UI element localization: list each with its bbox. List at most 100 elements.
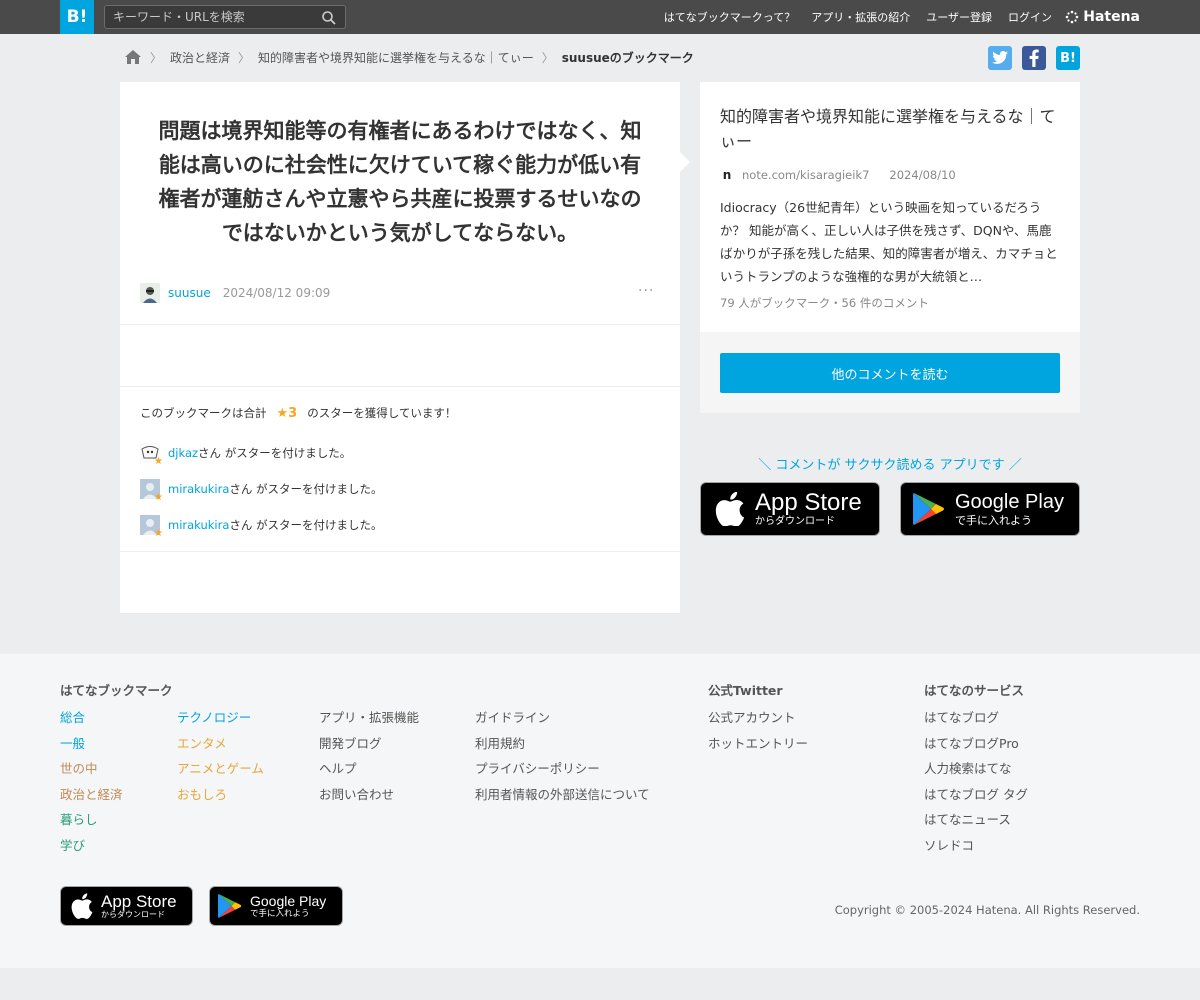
star-count: ★3	[276, 405, 298, 421]
google-play-title: Google Play	[250, 892, 327, 909]
footer-link[interactable]: 世の中	[60, 761, 123, 778]
entry-card: 知的障害者や境界知能に選挙権を与えるな｜てぃー n note.com/kisar…	[700, 82, 1080, 413]
footer-link[interactable]: エンタメ	[177, 736, 264, 753]
facebook-share-icon[interactable]	[1022, 46, 1046, 70]
nav-login[interactable]: ログイン	[1008, 9, 1052, 25]
copyright: Copyright © 2005-2024 Hatena. All Rights…	[834, 903, 1140, 917]
breadcrumb-entry[interactable]: 知的障害者や境界知能に選挙権を与えるな｜てぃー	[258, 49, 534, 66]
avatar[interactable]	[140, 283, 160, 303]
share-buttons: B!	[988, 46, 1080, 70]
footer-link[interactable]: はてなブログ	[924, 710, 1028, 727]
entry-domain[interactable]: note.com/kisaragieik7	[742, 168, 869, 182]
footer-title-twitter: 公式Twitter	[708, 683, 783, 698]
chevron-right-icon: 〉	[541, 50, 554, 65]
footer-link[interactable]: テクノロジー	[177, 710, 264, 727]
app-store-badge[interactable]: App Store からダウンロード	[700, 482, 880, 536]
more-menu-icon[interactable]: ···	[638, 283, 654, 299]
footer-link[interactable]: ヘルプ	[319, 761, 419, 778]
google-play-badge[interactable]: Google Play で手に入れよう	[900, 482, 1080, 536]
footer-link[interactable]: 利用者情報の外部送信について	[475, 787, 650, 804]
card-pointer	[680, 152, 690, 172]
footer-link[interactable]: 開発ブログ	[319, 736, 419, 753]
top-nav: はてなブックマークって？ アプリ・拡張の紹介 ユーザー登録 ログイン	[664, 0, 1052, 34]
star-entry-text: さん がスターを付けました。	[198, 446, 352, 460]
star-summary-prefix: このブックマークは合計	[140, 406, 267, 420]
footer-links-d: ガイドライン 利用規約 プライバシーポリシー 利用者情報の外部送信について	[475, 710, 650, 803]
footer-categories-a: 総合 一般 世の中 政治と経済 暮らし 学び	[60, 710, 123, 854]
chevron-right-icon: 〉	[150, 50, 163, 65]
star-user-name[interactable]: mirakukira	[168, 482, 229, 496]
nav-about[interactable]: はてなブックマークって？	[664, 9, 795, 25]
breadcrumb-category[interactable]: 政治と経済	[170, 49, 230, 66]
star-summary: このブックマークは合計 ★3 のスターを獲得しています！	[140, 405, 456, 421]
divider	[120, 324, 680, 325]
top-bar: B! はてなブックマークって？ アプリ・拡張の紹介 ユーザー登録 ログイン Ha…	[0, 0, 1200, 34]
hatena-bookmark-logo[interactable]: B!	[60, 0, 94, 34]
bookmark-user-name[interactable]: suusue	[168, 286, 211, 300]
nav-register[interactable]: ユーザー登録	[926, 9, 992, 25]
twitter-share-icon[interactable]	[988, 46, 1012, 70]
footer-link[interactable]: はてなブログPro	[924, 736, 1028, 753]
hatena-bookmark-share-icon[interactable]: B!	[1056, 46, 1080, 70]
footer-google-play-badge[interactable]: Google Play で手に入れよう	[209, 886, 343, 926]
footer-link[interactable]: 利用規約	[475, 736, 650, 753]
star-entry: ★ mirakukira さん がスターを付けました。	[140, 515, 383, 539]
read-comments-button[interactable]: 他のコメントを読む	[720, 353, 1060, 393]
nav-apps[interactable]: アプリ・拡張の紹介	[811, 9, 910, 25]
footer-link[interactable]: 学び	[60, 838, 123, 855]
home-icon[interactable]	[124, 49, 142, 65]
google-play-subtitle: で手に入れよう	[250, 908, 310, 919]
avatar[interactable]: ★	[140, 443, 163, 467]
read-more-area: 他のコメントを読む	[700, 332, 1080, 413]
footer-link[interactable]: お問い合わせ	[319, 787, 419, 804]
footer-link[interactable]: 暮らし	[60, 812, 123, 829]
footer-title-bookmark: はてなブックマーク	[60, 683, 173, 698]
divider	[120, 551, 680, 552]
apple-icon	[71, 893, 93, 919]
footer-link[interactable]: アプリ・拡張機能	[319, 710, 419, 727]
footer-link[interactable]: はてなブログ タグ	[924, 787, 1028, 804]
hatena-logo[interactable]: Hatena	[1065, 8, 1140, 26]
bookmark-timestamp[interactable]: 2024/08/12 09:09	[223, 286, 331, 300]
avatar[interactable]: ★	[140, 515, 163, 539]
footer-link[interactable]: 総合	[60, 710, 123, 727]
star-entry-text: さん がスターを付けました。	[229, 482, 383, 496]
entry-counts[interactable]: 79 人がブックマーク・56 件のコメント	[720, 295, 929, 311]
entry-meta: n note.com/kisaragieik7 2024/08/10	[720, 168, 956, 182]
footer-link[interactable]: ホットエントリー	[708, 736, 808, 753]
footer-app-store-badge[interactable]: App Store からダウンロード	[60, 886, 193, 926]
star-entry: ★ mirakukira さん がスターを付けました。	[140, 479, 383, 503]
footer-link[interactable]: 政治と経済	[60, 787, 123, 804]
avatar[interactable]: ★	[140, 479, 163, 503]
google-play-icon	[913, 493, 944, 525]
star-icon: ★	[154, 528, 163, 539]
footer-link[interactable]: ソレドコ	[924, 838, 1028, 855]
hatena-brand-text: Hatena	[1083, 9, 1140, 25]
star-user-name[interactable]: mirakukira	[168, 518, 229, 532]
breadcrumb: 〉 政治と経済 〉 知的障害者や境界知能に選挙権を与えるな｜てぃー 〉 suus…	[124, 47, 694, 67]
footer-link[interactable]: 一般	[60, 736, 123, 753]
star-user-name[interactable]: djkaz	[168, 446, 198, 460]
footer-link[interactable]: プライバシーポリシー	[475, 761, 650, 778]
app-promo-text: ＼ コメントが サクサク読める アプリです ／	[758, 458, 1022, 473]
breadcrumb-current: suusueのブックマーク	[561, 50, 694, 65]
footer-link[interactable]: アニメとゲーム	[177, 761, 264, 778]
footer-services: はてなブログ はてなブログPro 人力検索はてな はてなブログ タグ はてなニュ…	[924, 710, 1028, 854]
star-icon: ★	[154, 456, 163, 467]
search-box[interactable]	[104, 5, 346, 29]
star-entry: ★ djkaz さん がスターを付けました。	[140, 443, 352, 467]
bookmark-user-row: suusue 2024/08/12 09:09	[140, 283, 330, 303]
footer-link[interactable]: 公式アカウント	[708, 710, 808, 727]
search-input[interactable]	[113, 8, 313, 26]
search-icon[interactable]	[321, 10, 337, 26]
app-store-subtitle: からダウンロード	[101, 910, 165, 919]
chevron-right-icon: 〉	[238, 50, 251, 65]
app-store-title: App Store	[755, 489, 862, 516]
google-play-title: Google Play	[955, 491, 1064, 513]
footer-link[interactable]: ガイドライン	[475, 710, 650, 727]
google-play-subtitle: で手に入れよう	[955, 514, 1032, 527]
footer-link[interactable]: おもしろ	[177, 787, 264, 804]
entry-title[interactable]: 知的障害者や境界知能に選挙権を与えるな｜てぃー	[720, 104, 1065, 154]
footer-link[interactable]: はてなニュース	[924, 812, 1028, 829]
footer-link[interactable]: 人力検索はてな	[924, 761, 1028, 778]
